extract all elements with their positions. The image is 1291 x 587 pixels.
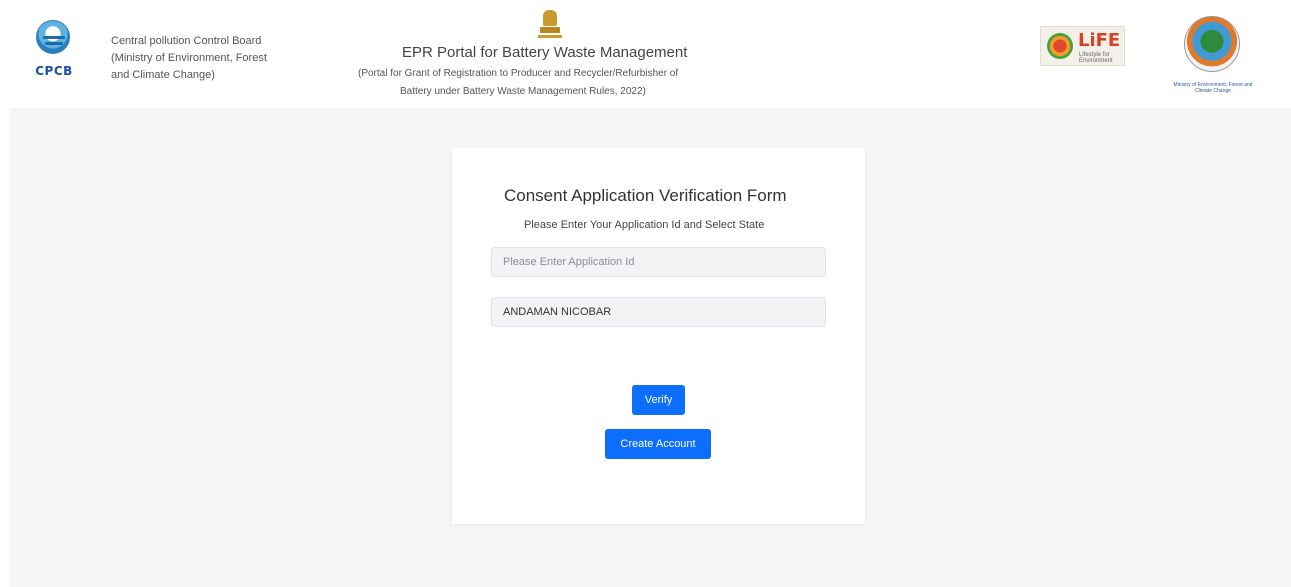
life-logo-small-text: Lifestyle for Environment xyxy=(1079,52,1113,64)
state-select[interactable]: ANDAMAN NICOBAR xyxy=(491,297,826,327)
moef-emblem-icon xyxy=(1184,16,1240,72)
portal-subtitle-line-1: (Portal for Grant of Registration to Pro… xyxy=(358,68,679,79)
moef-caption: Ministry of Environment, Forest and Clim… xyxy=(1173,82,1253,94)
board-name-line-1: Central pollution Control Board xyxy=(111,35,262,47)
cpcb-logo: CPCB xyxy=(32,20,72,82)
verify-button[interactable]: Verify xyxy=(632,385,685,415)
board-name-line-3: and Climate Change) xyxy=(111,69,215,81)
form-subtitle: Please Enter Your Application Id and Sel… xyxy=(524,219,765,231)
form-title: Consent Application Verification Form xyxy=(504,186,787,205)
national-emblem-icon xyxy=(537,10,563,40)
site-header: CPCB Central pollution Control Board (Mi… xyxy=(0,0,1291,108)
portal-subtitle-line-2: Battery under Battery Waste Management R… xyxy=(400,86,646,97)
life-logo: LiFE Lifestyle for Environment xyxy=(1040,26,1125,66)
application-id-input[interactable] xyxy=(491,247,826,277)
life-sun-icon xyxy=(1047,33,1073,59)
cpcb-logo-text: CPCB xyxy=(35,64,73,78)
moef-logo: Ministry of Environment, Forest and Clim… xyxy=(1172,12,1254,98)
life-logo-text: LiFE xyxy=(1078,30,1121,51)
verification-form-card: Consent Application Verification Form Pl… xyxy=(452,148,865,524)
board-name: Central pollution Control Board (Ministr… xyxy=(111,33,267,84)
board-name-line-2: (Ministry of Environment, Forest xyxy=(111,52,267,64)
cpcb-emblem-icon xyxy=(36,20,70,54)
create-account-button[interactable]: Create Account xyxy=(605,429,711,459)
state-select-value: ANDAMAN NICOBAR xyxy=(503,306,612,318)
portal-title: EPR Portal for Battery Waste Management xyxy=(402,44,688,61)
